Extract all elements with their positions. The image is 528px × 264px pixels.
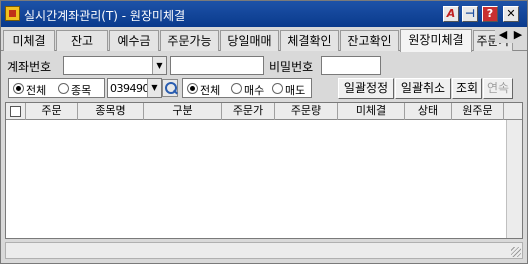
scope-all-label: 전체 (26, 84, 47, 97)
tab-bar: 미체결 잔고 예수금 주문가능 당일매매 체결확인 잔고확인 원장미체결 주문가 (1, 27, 527, 52)
col-status[interactable]: 상태 (405, 103, 452, 120)
password-field[interactable] (321, 56, 381, 75)
scope-radio-group: 전체 종목 (8, 78, 105, 98)
alert-button[interactable]: A (443, 6, 459, 22)
app-window: 실시간계좌관리(T) - 원장미체결 A ⊣ ? ✕ 미체결 잔고 예수금 주문… (0, 0, 528, 264)
scope-all-radio[interactable] (13, 83, 24, 94)
select-all-cell (6, 103, 26, 120)
window-title: 실시간계좌관리(T) - 원장미체결 (24, 9, 186, 23)
search-icon[interactable] (162, 79, 178, 97)
side-all-label: 전체 (200, 84, 221, 97)
scope-stock-label: 종목 (71, 84, 92, 97)
tab-scroll-arrows: ◀ ▶ (495, 27, 527, 43)
scope-stock-radio[interactable] (58, 83, 69, 94)
stock-code-combo[interactable]: 039490 ▼ (107, 78, 162, 98)
select-all-checkbox[interactable] (10, 106, 21, 117)
account-name-field[interactable] (170, 56, 264, 75)
col-unfilled[interactable]: 미체결 (338, 103, 405, 120)
continue-button[interactable]: 연속 (483, 78, 513, 99)
inquiry-button[interactable]: 조회 (452, 78, 482, 99)
tab-fill-confirm[interactable]: 체결확인 (280, 30, 339, 51)
col-type[interactable]: 구분 (144, 103, 222, 120)
bulk-cancel-button[interactable]: 일괄취소 (395, 78, 451, 99)
help-button[interactable]: ? (482, 6, 498, 22)
side-sell-label: 매도 (285, 84, 306, 97)
tab-deposit[interactable]: 예수금 (109, 30, 159, 51)
title-bar[interactable]: 실시간계좌관리(T) - 원장미체결 A ⊣ ? ✕ (1, 1, 527, 27)
close-button[interactable]: ✕ (503, 6, 519, 22)
status-bar (5, 242, 523, 259)
col-order-price[interactable]: 주문가 (222, 103, 275, 120)
chevron-down-icon[interactable]: ▼ (152, 57, 166, 74)
password-label: 비밀번호 (269, 60, 314, 74)
stock-code-value: 039490 (110, 82, 150, 95)
col-original-order[interactable]: 원주문 (452, 103, 504, 120)
resize-grip-icon[interactable] (511, 247, 521, 257)
col-order[interactable]: 주문 (26, 103, 78, 120)
tab-daily-trading[interactable]: 당일매매 (220, 30, 279, 51)
bulk-amend-button[interactable]: 일괄정정 (338, 78, 394, 99)
side-buy-label: 매수 (244, 84, 265, 97)
tab-orderable[interactable]: 주문가능 (160, 30, 219, 51)
tab-unfilled[interactable]: 미체결 (3, 30, 55, 51)
side-sell-radio[interactable] (272, 83, 283, 94)
tab-balance[interactable]: 잔고 (56, 30, 108, 51)
col-stock-name[interactable]: 종목명 (78, 103, 144, 120)
app-icon (5, 6, 20, 21)
side-buy-radio[interactable] (231, 83, 242, 94)
account-label: 계좌번호 (7, 60, 52, 74)
account-row: 계좌번호 ▼ 비밀번호 (5, 55, 523, 75)
order-grid: 주문 종목명 구분 주문가 주문량 미체결 상태 원주문 (5, 102, 523, 239)
tab-ledger-unfilled[interactable]: 원장미체결 (400, 29, 472, 52)
tab-balance-confirm[interactable]: 잔고확인 (340, 30, 399, 51)
filter-row: 전체 종목 039490 ▼ 전체 매수 매도 일괄정정 일괄취소 조회 연속 (5, 78, 523, 100)
grid-header: 주문 종목명 구분 주문가 주문량 미체결 상태 원주문 (6, 103, 522, 120)
grid-vertical-scrollbar[interactable] (506, 120, 522, 238)
side-all-radio[interactable] (187, 83, 198, 94)
pin-button[interactable]: ⊣ (462, 6, 478, 22)
account-number-select[interactable]: ▼ (63, 56, 167, 75)
chevron-down-icon[interactable]: ▼ (147, 79, 161, 97)
col-order-qty[interactable]: 주문량 (275, 103, 338, 120)
side-radio-group: 전체 매수 매도 (182, 78, 312, 98)
tab-right-arrow-icon[interactable]: ▶ (511, 29, 525, 41)
tab-left-arrow-icon[interactable]: ◀ (496, 29, 510, 41)
